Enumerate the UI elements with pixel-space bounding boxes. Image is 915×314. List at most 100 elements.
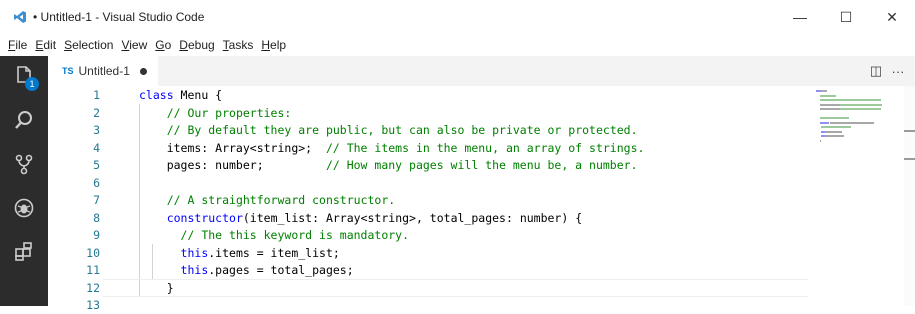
menu-tasks[interactable]: Tasks [219,38,258,52]
tab-untitled-1[interactable]: TS Untitled-1 [48,56,158,86]
split-editor-button[interactable]: ◫ [865,60,887,82]
menu-file[interactable]: File [4,38,31,52]
keyword-token: this [180,263,209,277]
minimap-line [825,135,844,137]
code-line[interactable]: 8 constructor(item_list: Array<string>, … [48,209,808,227]
line-code: this.items = item_list; [139,244,340,262]
menu-go[interactable]: Go [151,38,175,52]
line-number: 6 [93,175,100,190]
code-line[interactable]: 13 [48,296,808,314]
line-number: 10 [86,245,100,260]
line-number: 3 [93,123,100,137]
menu-debug[interactable]: Debug [175,38,218,52]
maximize-button[interactable]: ☐ [823,0,869,34]
line-number: 4 [93,140,100,155]
code-line[interactable]: 10 this.items = item_list; [48,244,808,262]
code-token: items: Array<string>; [139,140,326,155]
explorer-badge: 1 [25,77,39,91]
menu-edit[interactable]: Edit [31,38,60,52]
tab-label: Untitled-1 [78,64,130,78]
minimize-button[interactable]: — [777,0,823,34]
code-token: (item_list: Array<string>, total_pages: … [242,210,583,225]
code-line[interactable]: 1 class Menu { [48,86,808,104]
code-editor[interactable]: 1 class Menu {2 // Our properties: 3 // By… [48,86,915,312]
menu-view[interactable]: View [117,38,151,52]
line-code: this.pages = total_pages; [139,261,354,279]
line-code: items: Array<string>; // The items in th… [139,139,645,157]
minimap-line [819,139,821,142]
line-number: 8 [93,210,100,225]
code-token: .items = item_list; [208,245,340,260]
code-token: .pages = total_pages; [208,263,354,277]
line-number: 11 [86,263,100,277]
code-line[interactable]: 6 [48,174,808,192]
code-line[interactable]: 7 // A straightforward constructor. [48,191,808,209]
source-control-icon[interactable] [12,152,36,176]
comment-token: // Our properties: [166,105,292,120]
vscode-logo-icon [14,11,26,23]
window-title: • Untitled-1 - Visual Studio Code [33,10,205,24]
extensions-icon[interactable] [12,240,36,264]
code-line[interactable]: 2 // Our properties: [48,104,808,122]
line-code: // Our properties: [139,104,292,122]
code-line[interactable]: 11 this.pages = total_pages; [48,261,808,279]
code-line[interactable]: 9 // The this keyword is mandatory. [48,226,808,244]
minimap-line [819,99,881,101]
title-bar: • Untitled-1 - Visual Studio Code — ☐ ✕ [0,0,915,34]
line-number: 2 [93,105,100,120]
minimap-line [816,90,821,92]
minimap-line [840,108,881,110]
line-code: // By default they are public, but can a… [139,121,638,139]
comment-token: // The items in the menu, an array of st… [325,140,645,155]
line-code: // The this keyword is mandatory. [139,226,409,244]
code-token: pages: number; [139,158,326,172]
keyword-token: this [180,245,209,260]
editor-actions: ◫ ··· [865,56,909,86]
code-line[interactable]: 5 pages: number; // How many pages will … [48,156,808,174]
scrollbar-marker [904,130,915,132]
minimap-line [829,121,874,124]
line-number: 12 [86,280,100,295]
menu-selection[interactable]: Selection [60,38,117,52]
more-actions-button[interactable]: ··· [887,60,909,82]
menu-help[interactable]: Help [257,38,290,52]
comment-token: // A straightforward constructor. [166,193,396,207]
close-button[interactable]: ✕ [869,0,915,34]
menu-bar: File Edit Selection View Go Debug Tasks … [0,34,915,56]
line-number: 5 [93,158,100,172]
window-controls: — ☐ ✕ [777,0,915,34]
line-code: constructor(item_list: Array<string>, to… [139,209,582,227]
typescript-file-icon: TS [62,66,74,76]
unsaved-dot-icon[interactable] [139,67,147,75]
minimap-line [821,126,852,128]
debug-icon[interactable] [12,196,36,220]
keyword-token: class [139,88,174,102]
activity-bar: 1 [0,56,48,306]
search-icon[interactable] [12,108,36,132]
minimap-line [819,121,830,124]
editor-tab-bar: TS Untitled-1 ◫ ··· [48,56,915,86]
code-token: Menu { [173,88,223,102]
code-line[interactable]: 4 items: Array<string>; // The items in … [48,139,808,157]
minimap-line [819,103,841,106]
line-code: pages: number; // How many pages will th… [139,156,638,174]
code-line[interactable]: 12 } [48,279,808,297]
line-number: 9 [93,228,100,242]
comment-token: // The this keyword is mandatory. [180,228,410,242]
code-token: } [139,280,174,295]
vertical-scrollbar[interactable] [904,86,915,306]
line-number: 1 [93,88,100,102]
minimap[interactable] [816,86,894,216]
line-code: class Menu { [139,86,222,104]
keyword-token: constructor [166,210,243,225]
code-line[interactable]: 3 // By default they are public, but can… [48,121,808,139]
explorer-icon[interactable]: 1 [12,64,39,91]
scrollbar-marker [904,158,915,160]
minimap-line [819,108,841,110]
